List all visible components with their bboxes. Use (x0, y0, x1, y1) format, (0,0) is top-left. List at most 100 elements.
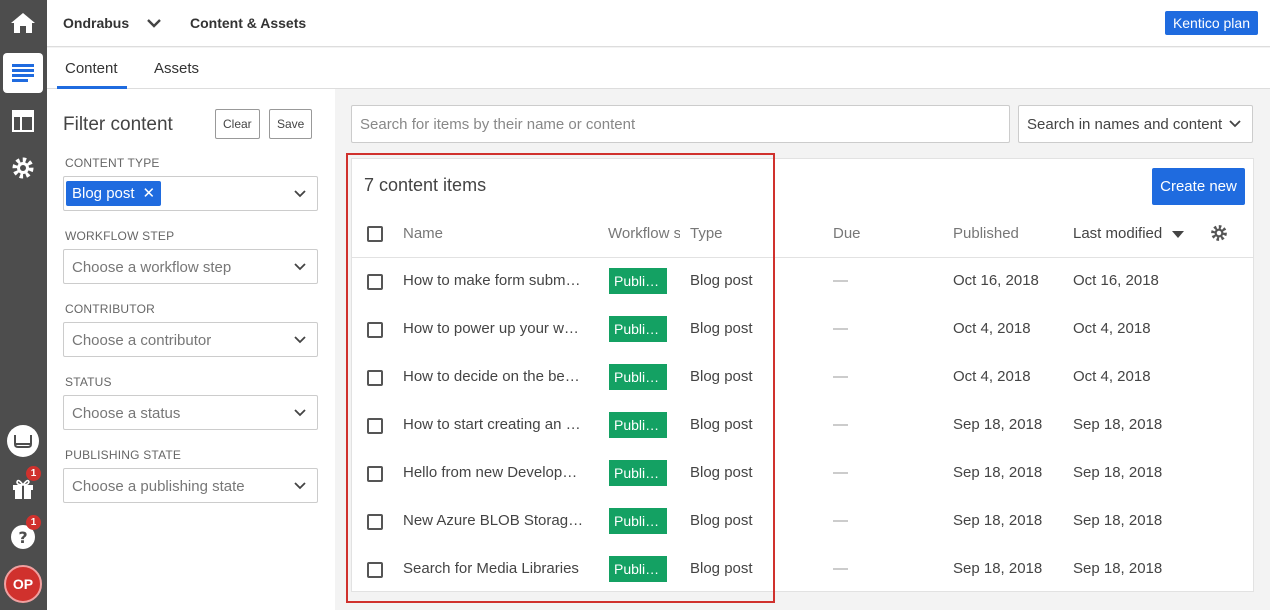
workflow-step-select[interactable]: Choose a workflow step (63, 249, 318, 284)
item-published: Oct 16, 2018 (953, 272, 1039, 289)
row-checkbox[interactable] (367, 418, 383, 434)
column-header-published[interactable]: Published (953, 225, 1019, 242)
item-type: Blog post (690, 512, 753, 529)
item-due: — (833, 272, 848, 289)
item-published: Oct 4, 2018 (953, 320, 1031, 337)
publishing-state-placeholder: Choose a publishing state (72, 478, 245, 495)
item-modified: Oct 16, 2018 (1073, 272, 1159, 289)
clear-button[interactable]: Clear (215, 109, 260, 139)
row-checkbox[interactable] (367, 370, 383, 386)
publishing-state-select[interactable]: Choose a publishing state (63, 468, 318, 503)
chevron-down-icon[interactable] (145, 14, 163, 32)
item-modified: Sep 18, 2018 (1073, 512, 1163, 529)
sort-desc-icon[interactable] (1172, 231, 1184, 239)
help-button[interactable]: ? 1 (3, 515, 43, 557)
item-due: — (833, 512, 848, 529)
gear-icon (12, 157, 34, 179)
table-row[interactable]: How to start creating an … Publi… Blog p… (352, 402, 1253, 450)
item-type: Blog post (690, 272, 753, 289)
create-new-button[interactable]: Create new (1152, 168, 1245, 205)
content-button[interactable] (3, 53, 43, 93)
item-due: — (833, 368, 848, 385)
table-row[interactable]: How to power up your w… Publi… Blog post… (352, 306, 1253, 354)
tab-assets[interactable]: Assets (154, 60, 199, 77)
content-type-select[interactable]: Blog post ✕ (63, 176, 318, 211)
item-published: Sep 18, 2018 (953, 512, 1043, 529)
item-due: — (833, 320, 848, 337)
table-row[interactable]: New Azure BLOB Storage… Publi… Blog post… (352, 498, 1253, 546)
item-name[interactable]: How to power up your w… (403, 320, 588, 337)
search-field[interactable] (351, 105, 1010, 143)
item-type: Blog post (690, 416, 753, 433)
item-type: Blog post (690, 560, 753, 577)
contributor-placeholder: Choose a contributor (72, 332, 212, 349)
column-header-workflow[interactable]: Workflow s (608, 225, 680, 242)
tab-content[interactable]: Content (65, 60, 118, 77)
gift-button[interactable]: 1 (3, 466, 43, 508)
settings-button[interactable] (3, 148, 43, 188)
gift-badge: 1 (26, 466, 41, 481)
item-type: Blog post (690, 320, 753, 337)
column-header-last-modified[interactable]: Last modified (1073, 225, 1162, 242)
column-header-due[interactable]: Due (833, 225, 861, 242)
item-published: Sep 18, 2018 (953, 416, 1043, 433)
item-name[interactable]: How to make form subm… (403, 272, 588, 289)
search-input[interactable] (352, 106, 1009, 142)
remove-tag-icon[interactable]: ✕ (143, 185, 156, 202)
item-due: — (833, 464, 848, 481)
chevron-down-icon (1229, 120, 1241, 128)
item-modified: Oct 4, 2018 (1073, 320, 1151, 337)
item-modified: Sep 18, 2018 (1073, 560, 1163, 577)
item-name[interactable]: How to start creating an … (403, 416, 588, 433)
status-select[interactable]: Choose a status (63, 395, 318, 430)
item-modified: Oct 4, 2018 (1073, 368, 1151, 385)
contributor-label: CONTRIBUTOR (65, 302, 155, 316)
table-row[interactable]: Search for Media Libraries Publi… Blog p… (352, 546, 1253, 594)
filter-title: Filter content (63, 114, 173, 135)
contributor-select[interactable]: Choose a contributor (63, 322, 318, 357)
chevron-down-icon (294, 263, 306, 271)
item-type: Blog post (690, 368, 753, 385)
table-row[interactable]: Hello from new Develop… Publi… Blog post… (352, 450, 1253, 498)
avatar[interactable]: OP (4, 565, 42, 603)
layout-button[interactable] (3, 101, 43, 141)
content-type-tag: Blog post ✕ (66, 181, 162, 206)
save-button[interactable]: Save (269, 109, 313, 139)
gear-icon[interactable] (1210, 224, 1228, 242)
row-checkbox[interactable] (367, 466, 383, 482)
item-name[interactable]: Hello from new Develop… (403, 464, 588, 481)
project-name[interactable]: Ondrabus (63, 15, 129, 31)
select-all-checkbox[interactable] (367, 226, 383, 242)
app-rail: 1 ? 1 OP (0, 0, 47, 610)
plan-button[interactable]: Kentico plan (1164, 11, 1258, 35)
search-scope-select[interactable]: Search in names and content (1018, 105, 1253, 143)
item-name[interactable]: Search for Media Libraries (403, 560, 588, 577)
chevron-down-icon (294, 409, 306, 417)
content-type-label: CONTENT TYPE (65, 156, 160, 170)
chevron-down-icon (294, 190, 306, 198)
status-placeholder: Choose a status (72, 405, 181, 422)
table-row[interactable]: How to make form subm… Publi… Blog post … (352, 258, 1253, 306)
row-checkbox[interactable] (367, 322, 383, 338)
publishing-state-label: PUBLISHING STATE (65, 448, 182, 462)
search-scope-value: Search in names and content (1027, 116, 1223, 133)
row-checkbox[interactable] (367, 514, 383, 530)
content-icon (12, 64, 34, 82)
item-type: Blog post (690, 464, 753, 481)
column-header-type[interactable]: Type (690, 225, 723, 242)
workflow-badge: Publi… (609, 508, 667, 534)
item-published: Oct 4, 2018 (953, 368, 1031, 385)
column-header-name[interactable]: Name (403, 225, 443, 242)
item-published: Sep 18, 2018 (953, 560, 1043, 577)
item-name[interactable]: New Azure BLOB Storage… (403, 512, 588, 529)
item-modified: Sep 18, 2018 (1073, 464, 1163, 481)
chevron-down-icon (294, 482, 306, 490)
item-name[interactable]: How to decide on the be… (403, 368, 588, 385)
home-button[interactable] (3, 3, 43, 43)
table-row[interactable]: How to decide on the be… Publi… Blog pos… (352, 354, 1253, 402)
row-checkbox[interactable] (367, 274, 383, 290)
section-title: Content & Assets (190, 15, 307, 31)
help-badge: 1 (26, 515, 41, 530)
row-checkbox[interactable] (367, 562, 383, 578)
feedback-button[interactable] (3, 421, 43, 461)
